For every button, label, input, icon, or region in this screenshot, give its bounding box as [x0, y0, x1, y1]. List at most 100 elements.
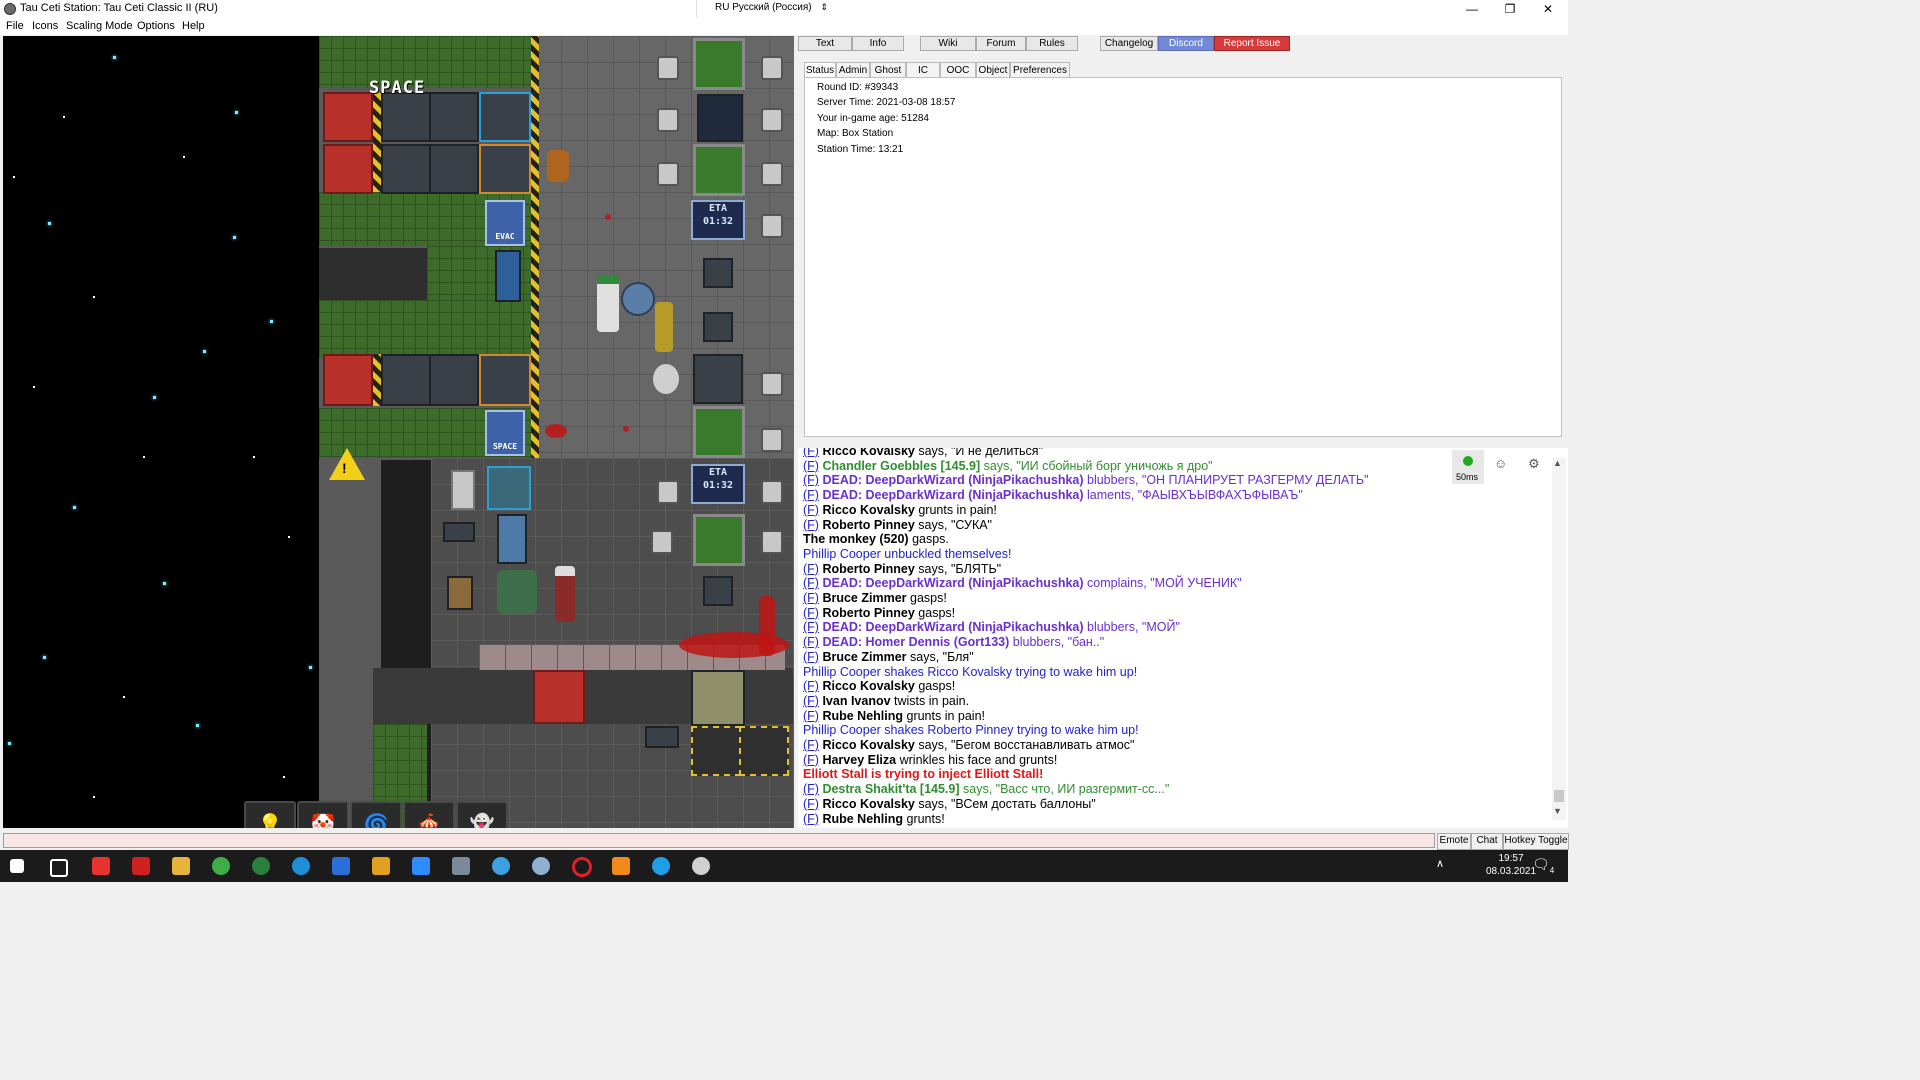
- tab-ic[interactable]: IC: [906, 62, 940, 78]
- menu-scaling-mode[interactable]: Scaling Mode: [66, 20, 133, 32]
- airlock-door[interactable]: [533, 670, 585, 724]
- follow-link[interactable]: (F): [803, 694, 819, 708]
- cryo-machine[interactable]: [487, 466, 531, 510]
- follow-link[interactable]: (F): [803, 782, 819, 796]
- wiki-button[interactable]: Wiki: [920, 36, 976, 51]
- escape-pod-locker[interactable]: [323, 354, 373, 406]
- chair[interactable]: [761, 108, 783, 132]
- menu-file[interactable]: File: [6, 20, 24, 32]
- follow-link[interactable]: (F): [803, 679, 819, 693]
- task-view-icon[interactable]: [50, 859, 68, 877]
- lightbulb-icon[interactable]: 💡: [244, 801, 296, 828]
- injured-crew[interactable]: [555, 566, 575, 622]
- menu-icons[interactable]: Icons: [32, 20, 58, 32]
- close-button[interactable]: ✕: [1530, 0, 1566, 18]
- follow-link[interactable]: (F): [803, 797, 819, 811]
- changelog-button[interactable]: Changelog: [1100, 36, 1158, 51]
- forum-button[interactable]: Forum: [976, 36, 1026, 51]
- crew-member[interactable]: [597, 276, 619, 332]
- file-explorer-icon[interactable]: [172, 857, 190, 875]
- zoom-icon[interactable]: [412, 857, 430, 875]
- menu-help[interactable]: Help: [182, 20, 205, 32]
- yandex-icon[interactable]: [92, 857, 110, 875]
- clown-icon[interactable]: 🎪: [403, 801, 455, 828]
- discord-button[interactable]: Discord: [1158, 36, 1214, 51]
- escape-pod-locker[interactable]: [323, 92, 373, 142]
- pod-hatch[interactable]: [479, 354, 531, 406]
- chair[interactable]: [651, 530, 673, 554]
- chair[interactable]: [657, 108, 679, 132]
- command-input[interactable]: [3, 833, 1435, 848]
- wall-terminal[interactable]: [645, 726, 679, 748]
- tab-preferences[interactable]: Preferences: [1010, 62, 1070, 78]
- chair[interactable]: [761, 530, 783, 554]
- system-clock[interactable]: 19:57 08.03.2021: [1486, 852, 1536, 878]
- follow-link[interactable]: (F): [803, 709, 819, 723]
- ghost-icon[interactable]: 👻: [456, 801, 508, 828]
- opera-icon[interactable]: [572, 857, 592, 877]
- store-icon[interactable]: [372, 857, 390, 875]
- hydroponics-tray[interactable]: [693, 144, 745, 196]
- maximize-button[interactable]: ❐: [1492, 0, 1528, 18]
- chair[interactable]: [657, 162, 679, 186]
- fire-cabinet[interactable]: [447, 576, 473, 610]
- hydroponics-tray[interactable]: [693, 38, 745, 90]
- follow-link[interactable]: (F): [803, 753, 819, 767]
- computer-console[interactable]: [693, 354, 743, 404]
- follow-link[interactable]: (F): [803, 812, 819, 826]
- hotkey-toggle-button[interactable]: Hotkey Toggle: [1503, 833, 1569, 850]
- medical-locker[interactable]: [451, 470, 475, 510]
- follow-link[interactable]: (F): [803, 606, 819, 620]
- gear-icon[interactable]: ⚙: [1528, 456, 1540, 472]
- start-icon[interactable]: [10, 859, 24, 873]
- cyborg-drone[interactable]: [621, 282, 655, 316]
- follow-link[interactable]: (F): [803, 635, 819, 649]
- sublime-icon[interactable]: [612, 857, 630, 875]
- discord-icon[interactable]: [492, 857, 510, 875]
- follow-link[interactable]: (F): [803, 738, 819, 752]
- rules-button[interactable]: Rules: [1026, 36, 1078, 51]
- notification-icon[interactable]: 🗨4: [1532, 856, 1554, 875]
- game-viewport[interactable]: EVAC SPACE ETA 01:32 ETA 01:32 SPACE ! 💡…: [3, 36, 794, 828]
- byond-icon[interactable]: [532, 857, 550, 875]
- follow-link[interactable]: (F): [803, 488, 819, 502]
- chair[interactable]: [657, 480, 679, 504]
- ai-head[interactable]: [653, 364, 679, 394]
- follow-link[interactable]: (F): [803, 459, 819, 473]
- emote-button[interactable]: Emote: [1437, 833, 1471, 850]
- dream-seeker-icon[interactable]: [692, 857, 710, 875]
- crew-member[interactable]: [655, 302, 673, 352]
- chevron-up-icon[interactable]: ▲: [1553, 458, 1562, 468]
- wall-terminal[interactable]: [443, 522, 475, 542]
- browser-icon[interactable]: [252, 857, 270, 875]
- tab-ghost[interactable]: Ghost: [870, 62, 906, 78]
- tray-chevron-icon[interactable]: ∧: [1436, 857, 1444, 870]
- minimize-button[interactable]: —: [1454, 0, 1490, 18]
- pod-hatch[interactable]: [479, 144, 531, 194]
- scrollbar-thumb[interactable]: [1554, 790, 1564, 802]
- tab-object[interactable]: Object: [976, 62, 1010, 78]
- chat-log[interactable]: (F) Ricco Kovalsky says, "И не делиться"…: [798, 448, 1450, 828]
- language-selector[interactable]: RU Русский (Россия) ⇕: [696, 0, 832, 18]
- follow-link[interactable]: (F): [803, 518, 819, 532]
- app-red-icon[interactable]: [132, 857, 150, 875]
- chat-scrollbar[interactable]: [1552, 458, 1566, 820]
- follow-link[interactable]: (F): [803, 591, 819, 605]
- follow-link[interactable]: (F): [803, 576, 819, 590]
- chat-button[interactable]: Chat: [1471, 833, 1503, 850]
- chair[interactable]: [761, 372, 783, 396]
- pod-hatch[interactable]: [479, 92, 531, 142]
- follow-link[interactable]: (F): [803, 473, 819, 487]
- monkey-mob[interactable]: [547, 150, 569, 182]
- follow-link[interactable]: (F): [803, 503, 819, 517]
- chair[interactable]: [761, 428, 783, 452]
- chair[interactable]: [761, 214, 783, 238]
- portal-icon[interactable]: 🌀: [350, 801, 402, 828]
- hydroponics-tray[interactable]: [693, 406, 745, 458]
- escape-pod-locker[interactable]: [323, 144, 373, 194]
- news-screen[interactable]: [697, 94, 743, 142]
- text-button[interactable]: Text: [798, 36, 852, 51]
- follow-link[interactable]: (F): [803, 562, 819, 576]
- chrome-icon[interactable]: [212, 857, 230, 875]
- dispenser[interactable]: [497, 514, 527, 564]
